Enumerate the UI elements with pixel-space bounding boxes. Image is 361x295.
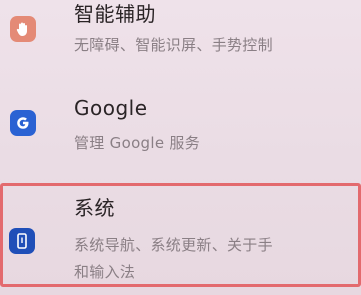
item-title: Google: [74, 96, 148, 120]
item-subtitle: 无障碍、智能识屏、手势控制: [74, 36, 273, 54]
hand-icon: [10, 16, 36, 42]
item-title: 系统: [74, 196, 115, 220]
item-title: 智能辅助: [74, 2, 156, 26]
settings-screen: 智能辅助 无障碍、智能识屏、手势控制 Google 管理 Google 服务 系…: [0, 0, 361, 295]
settings-item-google[interactable]: Google 管理 Google 服务: [0, 88, 361, 168]
item-subtitle-line2: 和输入法: [74, 263, 136, 281]
item-subtitle: 系统导航、系统更新、关于手: [74, 236, 273, 254]
item-subtitle: 管理 Google 服务: [74, 134, 201, 152]
settings-item-system[interactable]: 系统 系统导航、系统更新、关于手 和输入法: [0, 183, 361, 287]
phone-icon: [9, 228, 35, 254]
google-g-icon: [10, 110, 36, 136]
settings-item-smart-assist[interactable]: 智能辅助 无障碍、智能识屏、手势控制: [0, 0, 361, 74]
